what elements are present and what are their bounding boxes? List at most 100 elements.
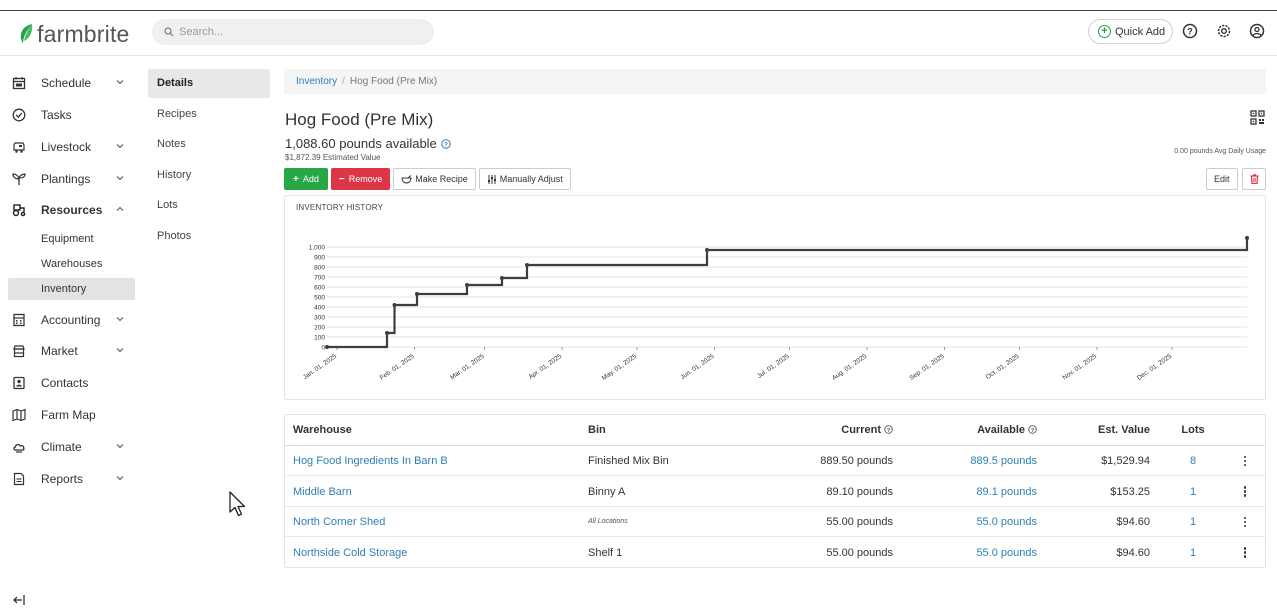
row-menu-button[interactable] <box>1235 477 1255 507</box>
table-row: Middle Barn Binny A 89.10 pounds 89.1 pound… <box>285 477 1265 507</box>
sidebar-item-reports[interactable]: Reports <box>10 467 136 491</box>
sidebar-subitem-equipment[interactable]: Equipment <box>8 228 135 250</box>
lots-link[interactable]: 8 <box>1173 446 1213 476</box>
data-point <box>385 331 389 335</box>
y-tick-label: 0 <box>321 345 325 352</box>
search-input[interactable] <box>179 26 419 38</box>
farmbrite-logo[interactable]: farmbrite <box>18 22 130 46</box>
lots-link[interactable]: 1 <box>1173 538 1213 568</box>
collapse-sidebar-icon[interactable] <box>12 593 26 607</box>
data-point <box>325 345 329 349</box>
check-circle-icon <box>12 108 26 122</box>
remove-button[interactable]: − Remove <box>330 168 391 190</box>
est-value-cell: $94.60 <box>1116 546 1150 559</box>
sidebar-item-climate[interactable]: Climate <box>10 435 136 459</box>
series-line <box>327 238 1249 349</box>
sidebar-label: Plantings <box>41 172 91 186</box>
sidebar-item-contacts[interactable]: Contacts <box>10 371 136 395</box>
make-recipe-button[interactable]: Make Recipe <box>393 168 476 190</box>
available-link[interactable]: 89.1 pounds <box>885 477 1037 507</box>
lots-link[interactable]: 1 <box>1173 477 1213 507</box>
current-cell: 55.00 pounds <box>826 546 893 559</box>
est-value-cell: $1,529.94 <box>1101 455 1150 467</box>
edit-button[interactable]: Edit <box>1206 168 1238 190</box>
sidebar-item-tasks[interactable]: Tasks <box>10 103 136 127</box>
sidebar-item-resources[interactable]: Resources <box>10 198 136 222</box>
delete-button[interactable] <box>1242 168 1266 190</box>
data-point <box>500 276 504 280</box>
top-header: farmbrite + Quick Add ? <box>0 11 1277 56</box>
data-point <box>1245 236 1249 240</box>
chevron-down-icon[interactable] <box>116 442 124 450</box>
mortar-pestle-icon <box>401 174 412 184</box>
chevron-down-icon[interactable] <box>116 78 124 86</box>
available-text: 1,088.60 pounds available <box>285 136 437 151</box>
column-header-lots[interactable]: Lots <box>1173 415 1213 445</box>
store-icon <box>13 345 25 358</box>
leaf-logo-icon <box>20 24 33 44</box>
tab-notes[interactable]: Notes <box>148 130 270 159</box>
chevron-down-icon[interactable] <box>116 346 124 354</box>
sidebar-subitem-warehouses[interactable]: Warehouses <box>8 253 135 275</box>
breadcrumb-inventory-link[interactable]: Inventory <box>296 76 337 87</box>
sliders-icon <box>487 174 496 184</box>
manually-adjust-button[interactable]: Manually Adjust <box>478 168 571 190</box>
add-button[interactable]: + Add <box>284 168 328 190</box>
warehouse-link[interactable]: North Corner Shed <box>293 507 385 537</box>
user-icon[interactable] <box>1249 23 1265 39</box>
tab-recipes[interactable]: Recipes <box>148 100 270 129</box>
available-link[interactable]: 55.0 pounds <box>885 538 1037 568</box>
inventory-history-chart: INVENTORY HISTORY 0 100 200 300 400 500 600 700… <box>284 195 1266 400</box>
warehouse-link[interactable]: Hog Food Ingredients In Barn B <box>293 446 448 476</box>
quick-add-button[interactable]: + Quick Add <box>1088 19 1173 44</box>
manually-adjust-label: Manually Adjust <box>499 174 563 184</box>
cloud-icon <box>13 443 25 453</box>
sidebar-item-plantings[interactable]: Plantings <box>10 167 136 191</box>
column-header-est-value[interactable]: Est. Value <box>1045 415 1150 445</box>
current-cell: 89.10 pounds <box>826 485 893 498</box>
sidebar-item-schedule[interactable]: Schedule <box>10 71 136 95</box>
map-icon <box>12 408 26 422</box>
column-header-bin[interactable]: Bin <box>588 415 606 445</box>
settings-icon[interactable] <box>1216 23 1232 39</box>
chevron-down-icon[interactable] <box>116 315 124 323</box>
tab-lots[interactable]: Lots <box>148 191 270 220</box>
tab-details[interactable]: Details <box>148 69 270 98</box>
minus-icon: − <box>338 173 345 185</box>
chevron-down-icon[interactable] <box>116 474 124 482</box>
kebab-menu-icon <box>1243 486 1247 497</box>
tab-photos[interactable]: Photos <box>148 222 270 251</box>
sidebar-subitem-inventory[interactable]: Inventory <box>8 278 135 300</box>
search-icon <box>164 27 174 37</box>
chevron-down-icon[interactable] <box>116 142 124 150</box>
column-header-current[interactable]: Current? <box>735 415 893 445</box>
plus-circle-icon: + <box>1098 25 1111 38</box>
sidebar-item-farm-map[interactable]: Farm Map <box>10 403 136 427</box>
current-header-label: Current <box>841 424 881 436</box>
search-box[interactable] <box>152 19 434 45</box>
quick-add-label: Quick Add <box>1115 25 1166 38</box>
available-link[interactable]: 55.0 pounds <box>885 507 1037 537</box>
column-header-available[interactable]: Available? <box>885 415 1037 445</box>
chevron-down-icon[interactable] <box>116 174 124 182</box>
qr-code-icon[interactable] <box>1250 110 1265 125</box>
chevron-up-icon[interactable] <box>116 205 124 213</box>
warehouse-link[interactable]: Middle Barn <box>293 477 352 507</box>
sidebar-label: Contacts <box>41 376 89 390</box>
data-point <box>465 283 469 287</box>
y-tick-label: 100 <box>314 335 325 342</box>
lots-link[interactable]: 1 <box>1173 507 1213 537</box>
row-menu-button[interactable] <box>1235 507 1255 537</box>
column-header-warehouse[interactable]: Warehouse <box>293 415 352 445</box>
tab-history[interactable]: History <box>148 161 270 190</box>
row-menu-button[interactable] <box>1235 446 1255 476</box>
available-link[interactable]: 889.5 pounds <box>885 446 1037 476</box>
help-icon[interactable]: ? <box>1182 23 1198 39</box>
help-circle-icon[interactable]: ? <box>441 138 451 149</box>
row-menu-button[interactable] <box>1235 538 1255 568</box>
sidebar-item-accounting[interactable]: Accounting <box>10 308 136 332</box>
sidebar-item-livestock[interactable]: Livestock <box>10 135 136 159</box>
sidebar-item-market[interactable]: Market <box>10 339 136 363</box>
help-circle-icon[interactable]: ? <box>1028 425 1037 434</box>
warehouse-link[interactable]: Northside Cold Storage <box>293 538 407 568</box>
